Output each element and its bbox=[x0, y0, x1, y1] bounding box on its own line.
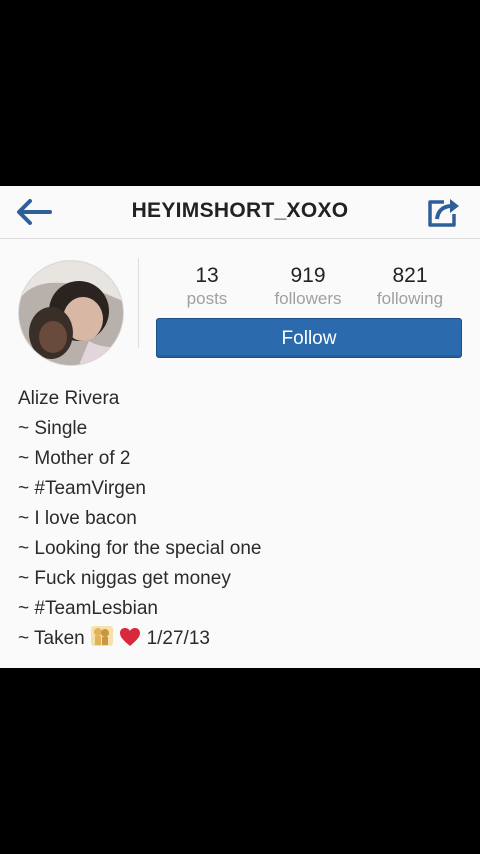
bio-line: ~ I love bacon bbox=[18, 508, 137, 529]
page-title: HEYIMSHORT_XOXO bbox=[131, 199, 349, 222]
share-button[interactable] bbox=[424, 194, 464, 230]
bio: Alize Rivera ~ Single ~ Mother of 2 ~ #T… bbox=[18, 384, 261, 657]
posts-label: posts bbox=[186, 289, 228, 308]
stat-followers[interactable]: 919 followers bbox=[266, 264, 350, 310]
posts-count: 13 bbox=[195, 264, 219, 287]
taken-date: 1/27/13 bbox=[146, 628, 210, 649]
bio-line: ~ #TeamLesbian bbox=[18, 598, 158, 619]
profile-photo bbox=[19, 261, 123, 365]
following-label: following bbox=[376, 289, 444, 308]
bio-line: ~ Fuck niggas get money bbox=[18, 568, 231, 589]
couple-kiss-emoji-icon bbox=[90, 625, 114, 657]
stats-divider bbox=[138, 258, 139, 348]
bio-line-taken: ~ Taken 1/27/13 bbox=[18, 624, 261, 657]
following-count: 821 bbox=[392, 264, 428, 287]
stat-following[interactable]: 821 following bbox=[368, 264, 452, 310]
top-bar: HEYIMSHORT_XOXO bbox=[0, 186, 480, 239]
profile-screen: HEYIMSHORT_XOXO 13 posts 919 followers 8… bbox=[0, 186, 480, 668]
taken-text: ~ Taken bbox=[18, 628, 85, 649]
bio-line: ~ Single bbox=[18, 418, 88, 439]
stat-posts[interactable]: 13 posts bbox=[176, 264, 238, 310]
bio-line: ~ Mother of 2 bbox=[18, 448, 131, 469]
followers-count: 919 bbox=[290, 264, 326, 287]
share-icon bbox=[428, 199, 459, 227]
avatar[interactable] bbox=[18, 260, 124, 366]
follow-button[interactable]: Follow bbox=[156, 318, 462, 358]
profile-name: Alize Rivera bbox=[18, 388, 120, 409]
bio-line: ~ Looking for the special one bbox=[18, 538, 262, 559]
followers-label: followers bbox=[274, 289, 342, 308]
bio-line: ~ #TeamVirgen bbox=[18, 478, 146, 499]
red-heart-emoji-icon bbox=[119, 627, 141, 657]
